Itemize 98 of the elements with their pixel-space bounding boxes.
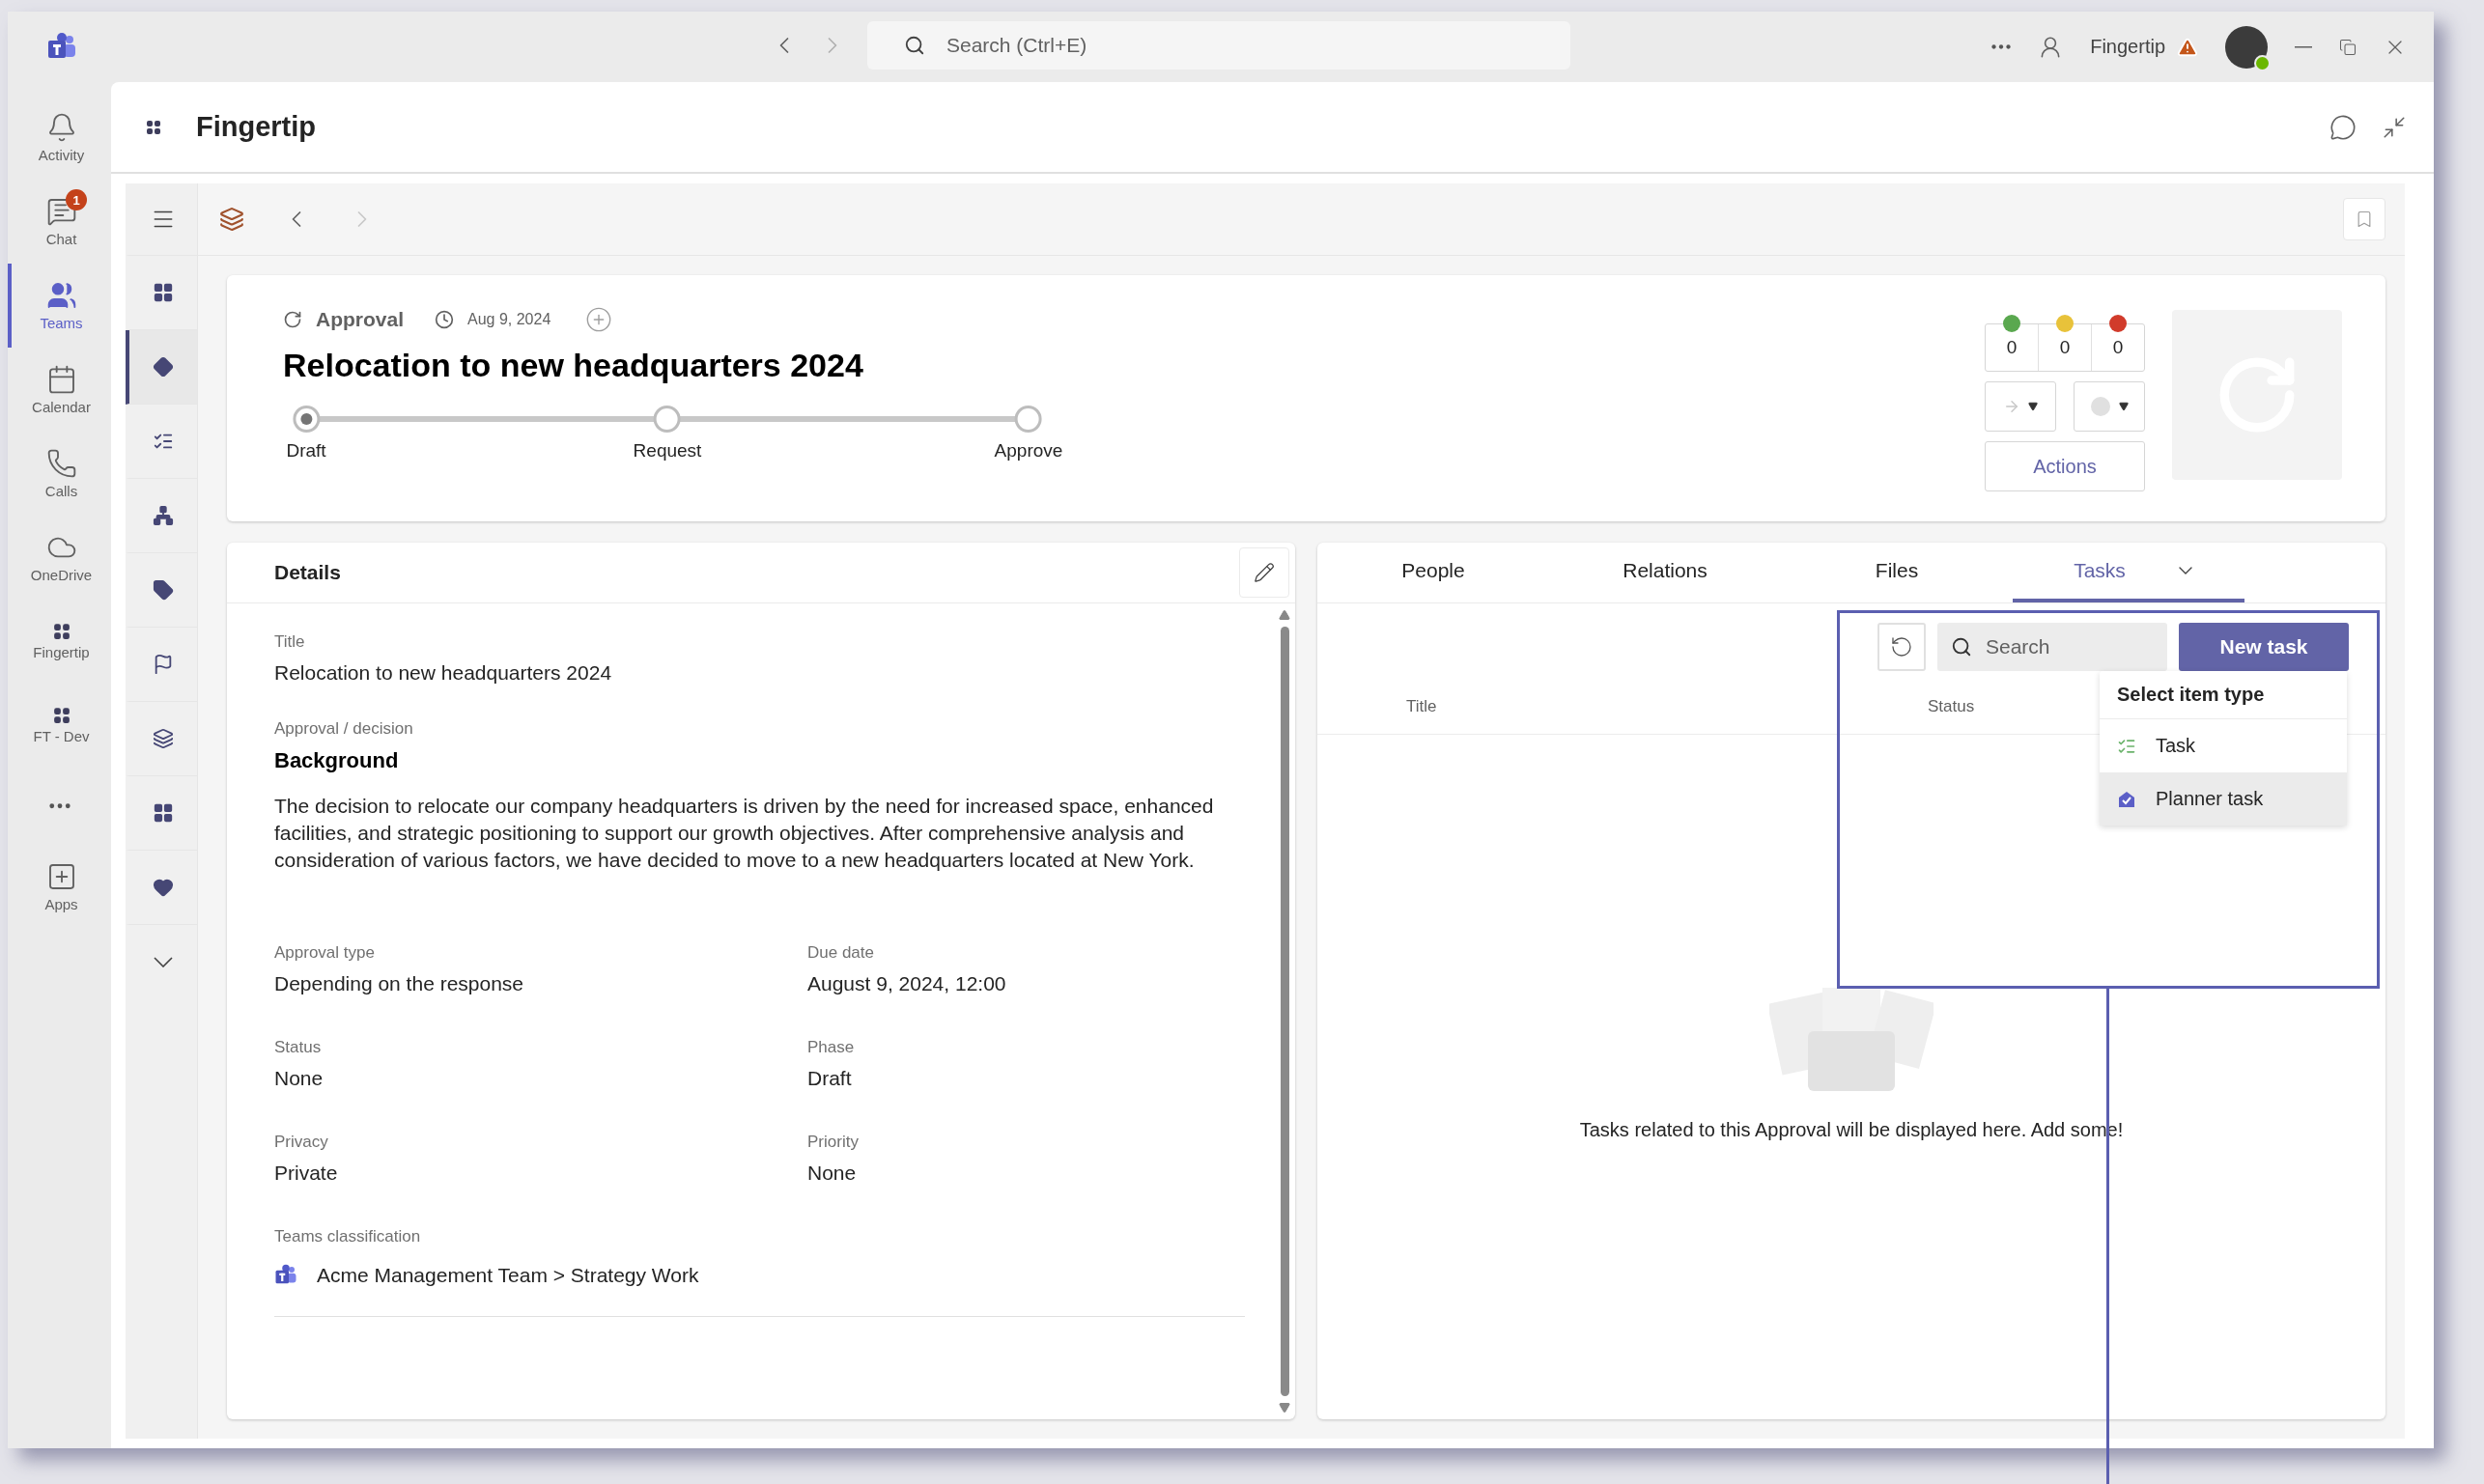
rail-item[interactable]: OneDrive <box>8 516 111 600</box>
edit-button[interactable] <box>1239 547 1289 598</box>
field-label: Phase <box>807 1038 856 1057</box>
item-date: Aug 9, 2024 <box>467 311 551 328</box>
scroll-up-icon <box>1279 609 1290 621</box>
menu-item[interactable]: Task <box>2100 719 2347 772</box>
search-icon <box>904 35 925 56</box>
collapse-icon <box>2382 114 2407 140</box>
grid-icon <box>153 282 174 303</box>
field-label: Status <box>274 1038 323 1057</box>
dots-grid-icon <box>52 707 71 724</box>
chat-button[interactable] <box>2329 113 2357 141</box>
tab[interactable]: Files <box>1781 543 2013 602</box>
diamond-icon <box>153 356 174 378</box>
side-nav-item[interactable] <box>126 330 197 405</box>
field-value: Acme Management Team > Strategy Work <box>317 1264 699 1287</box>
field-label: Title <box>274 632 306 652</box>
phase-step[interactable]: Request <box>633 406 702 462</box>
search-field[interactable]: Search <box>1937 623 2167 671</box>
background-paragraph: The decision to relocate our company headquarters is driven by the need for increased space, enhanced facilities, and strategic positioning to support our growth objectives. After comprehensive analysis and consideration of various factors, we have decided to move to a new headquarters located at New York. <box>274 794 1215 873</box>
hierarchy-icon <box>153 505 174 526</box>
field-value: August 9, 2024, 12:00 <box>807 972 1007 995</box>
field-label: Privacy <box>274 1133 329 1152</box>
notification-badge: 1 <box>66 189 87 210</box>
field-label: Approval / decision <box>274 719 414 739</box>
circle-icon <box>2090 396 2111 417</box>
minimize-icon <box>2295 45 2312 48</box>
rail-item[interactable]: Apps <box>8 845 111 929</box>
chevron-down-icon <box>154 957 173 967</box>
card-title: Details <box>274 561 341 584</box>
scroll-down-icon <box>1279 1402 1290 1414</box>
item-title: Relocation to new headquarters 2024 <box>283 347 864 384</box>
grid-icon <box>153 802 174 824</box>
warning-icon <box>2177 36 2198 58</box>
field-value: None <box>274 1067 325 1090</box>
search-icon <box>1951 636 1972 658</box>
menu-item[interactable]: Planner task <box>2100 772 2347 826</box>
app-icon <box>146 119 161 135</box>
add-button[interactable] <box>585 306 613 333</box>
field-label: Priority <box>807 1133 860 1152</box>
clock-icon <box>435 310 454 329</box>
field-label: Teams classification <box>274 1227 422 1246</box>
more-icon <box>1991 44 2012 49</box>
rail-item[interactable]: 1 Chat <box>8 180 111 264</box>
actions-button[interactable]: Actions <box>1985 441 2145 491</box>
field-value: Depending on the response <box>274 972 525 995</box>
caret-icon <box>2119 402 2129 411</box>
caret-icon <box>2028 402 2038 411</box>
rail-item[interactable]: FT - Dev <box>8 684 111 768</box>
account-name: Fingertip <box>2090 36 2165 58</box>
restore-button[interactable] <box>2339 38 2357 56</box>
field-value: Draft <box>807 1067 853 1090</box>
counter-value: 0 <box>2112 337 2124 358</box>
presence-icon <box>2254 54 2271 71</box>
item-type: Approval <box>316 308 404 331</box>
tab[interactable]: People <box>1317 543 1549 602</box>
flag-icon <box>153 654 174 675</box>
refresh-button[interactable] <box>1877 623 1926 671</box>
phase-step[interactable]: Draft <box>286 406 326 462</box>
dots-grid-icon <box>52 623 71 640</box>
column-header: Title <box>1406 696 1438 716</box>
more-icon <box>48 803 71 809</box>
avatar[interactable] <box>2225 25 2268 69</box>
rail-item[interactable]: Activity <box>8 96 111 180</box>
rail-item[interactable]: Calendar <box>8 348 111 432</box>
counter-value: 0 <box>2059 337 2071 358</box>
counter-value: 0 <box>2006 337 2018 358</box>
planner-icon <box>2117 789 2136 809</box>
refresh-icon <box>283 310 302 329</box>
chat-bubble-icon <box>2329 113 2357 141</box>
phone-icon <box>45 448 77 479</box>
field-value: None <box>807 1162 858 1185</box>
plus-circle-icon <box>585 306 613 333</box>
more-button[interactable] <box>1991 44 2012 49</box>
new-task-button[interactable]: New task <box>2179 623 2349 671</box>
refresh-icon <box>1890 635 1913 658</box>
heart-icon <box>153 877 174 898</box>
tab[interactable]: Tasks <box>2013 543 2244 602</box>
field-value: Relocation to new headquarters 2024 <box>274 661 613 685</box>
rail-item[interactable]: Fingertip <box>8 600 111 684</box>
pencil-icon <box>1254 562 1275 583</box>
inbox-button[interactable] <box>219 207 244 232</box>
restore-icon <box>2339 38 2357 56</box>
minimize-button[interactable] <box>2295 45 2312 48</box>
rail-item[interactable]: Calls <box>8 432 111 516</box>
section-heading: Background <box>274 748 400 773</box>
tag-icon <box>153 579 174 601</box>
field-label: Approval type <box>274 943 376 963</box>
tab[interactable]: Relations <box>1549 543 1781 602</box>
search-field[interactable]: Search (Ctrl+E) <box>867 21 1570 70</box>
stack-icon <box>219 207 244 232</box>
phase-step[interactable]: Approve <box>994 406 1063 462</box>
arrow-right-icon <box>2003 398 2020 415</box>
layers-icon <box>153 728 174 749</box>
field-label: Due date <box>807 943 875 963</box>
field-value: Private <box>274 1162 339 1185</box>
app-title: Fingertip <box>196 111 317 143</box>
people-icon <box>45 280 77 311</box>
